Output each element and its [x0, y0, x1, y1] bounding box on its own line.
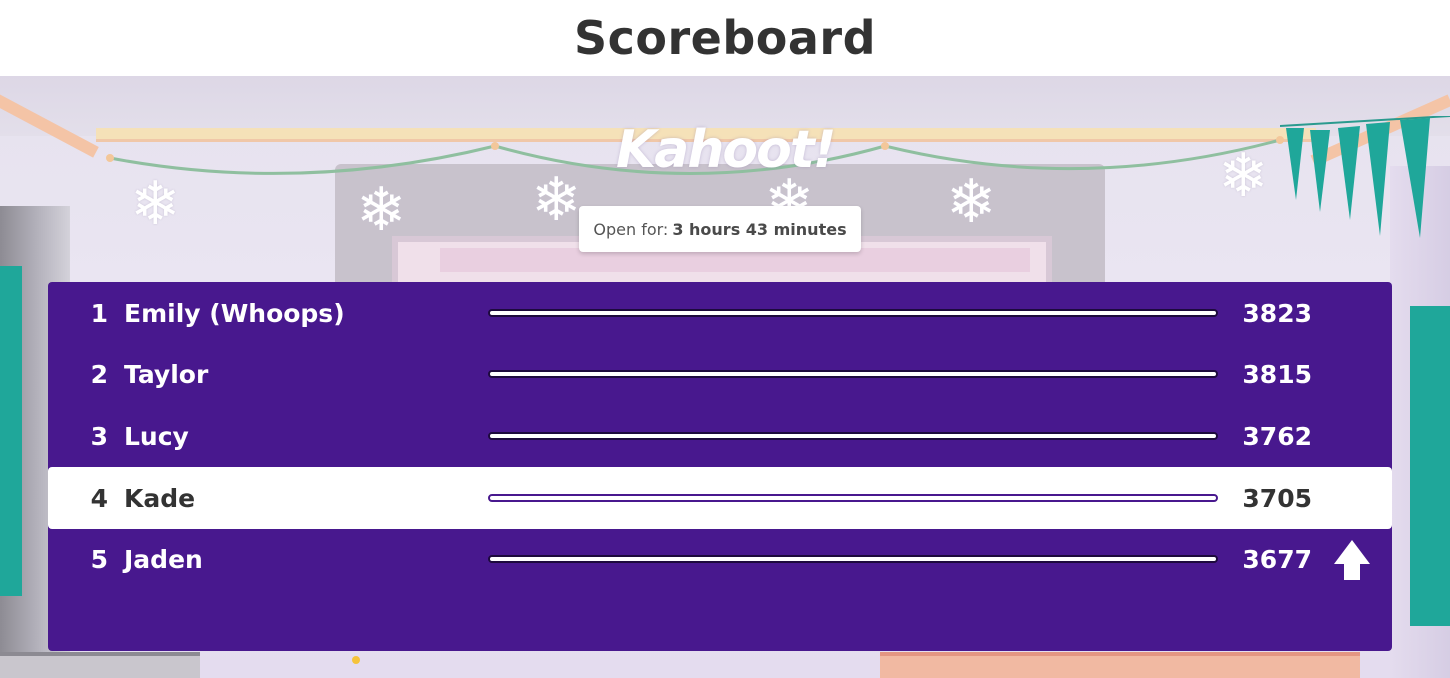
arrow-up-icon [1334, 540, 1370, 580]
leaderboard-row: 1 Emily (Whoops) 3823 [48, 282, 1392, 344]
player-name: Lucy [124, 421, 189, 451]
player-rank: 4 [90, 483, 108, 513]
score-bar [488, 370, 1218, 378]
player-rank: 1 [90, 298, 108, 328]
open-duration-badge: Open for: 3 hours 43 minutes [579, 206, 861, 252]
page-header: Scoreboard [0, 0, 1450, 76]
leaderboard-row-highlighted: 4 Kade 3705 [48, 467, 1392, 529]
confetti-dot [352, 656, 360, 664]
score-bar [488, 309, 1218, 317]
desk-right [880, 652, 1360, 678]
player-name: Taylor [124, 359, 209, 389]
player-score: 3815 [1242, 359, 1312, 389]
snowflake-icon: ❄ [531, 165, 582, 235]
scoreboard-panel: 1 Emily (Whoops) 3823 2 Taylor 3815 3 Lu… [48, 282, 1392, 651]
open-duration-prefix: Open for: [593, 219, 669, 239]
score-bar [488, 555, 1218, 563]
snowflake-icon: ❄ [1218, 141, 1269, 211]
desk-left [0, 652, 200, 678]
player-score: 3677 [1242, 544, 1312, 574]
player-rank: 3 [90, 421, 108, 451]
leaderboard-row: 3 Lucy 3762 [48, 405, 1392, 467]
snowflake-icon: ❄ [356, 175, 407, 245]
player-score: 3762 [1242, 421, 1312, 451]
right-wall-panel [1410, 306, 1450, 626]
leaderboard-row: 5 Jaden 3677 [48, 528, 1392, 590]
page-title: Scoreboard [573, 11, 877, 65]
open-duration-value: 3 hours 43 minutes [672, 219, 847, 239]
player-score: 3823 [1242, 298, 1312, 328]
snowflake-icon: ❄ [946, 167, 997, 237]
score-bar [488, 494, 1218, 502]
kahoot-logo: Kahoot! [616, 120, 836, 180]
left-wall-panel [0, 266, 22, 596]
game-background: ❄ ❄ ❄ ❄ ❄ ❄ Kahoot! Open for: 3 hours 43… [0, 76, 1450, 678]
player-name: Emily (Whoops) [124, 298, 345, 328]
bunting-decoration [1280, 116, 1450, 238]
player-name: Jaden [124, 544, 203, 574]
player-rank: 2 [90, 359, 108, 389]
score-bar [488, 432, 1218, 440]
player-score: 3705 [1242, 483, 1312, 513]
player-name: Kade [124, 483, 196, 513]
leaderboard-row: 2 Taylor 3815 [48, 343, 1392, 405]
snowflake-icon: ❄ [130, 169, 181, 239]
player-rank: 5 [90, 544, 108, 574]
